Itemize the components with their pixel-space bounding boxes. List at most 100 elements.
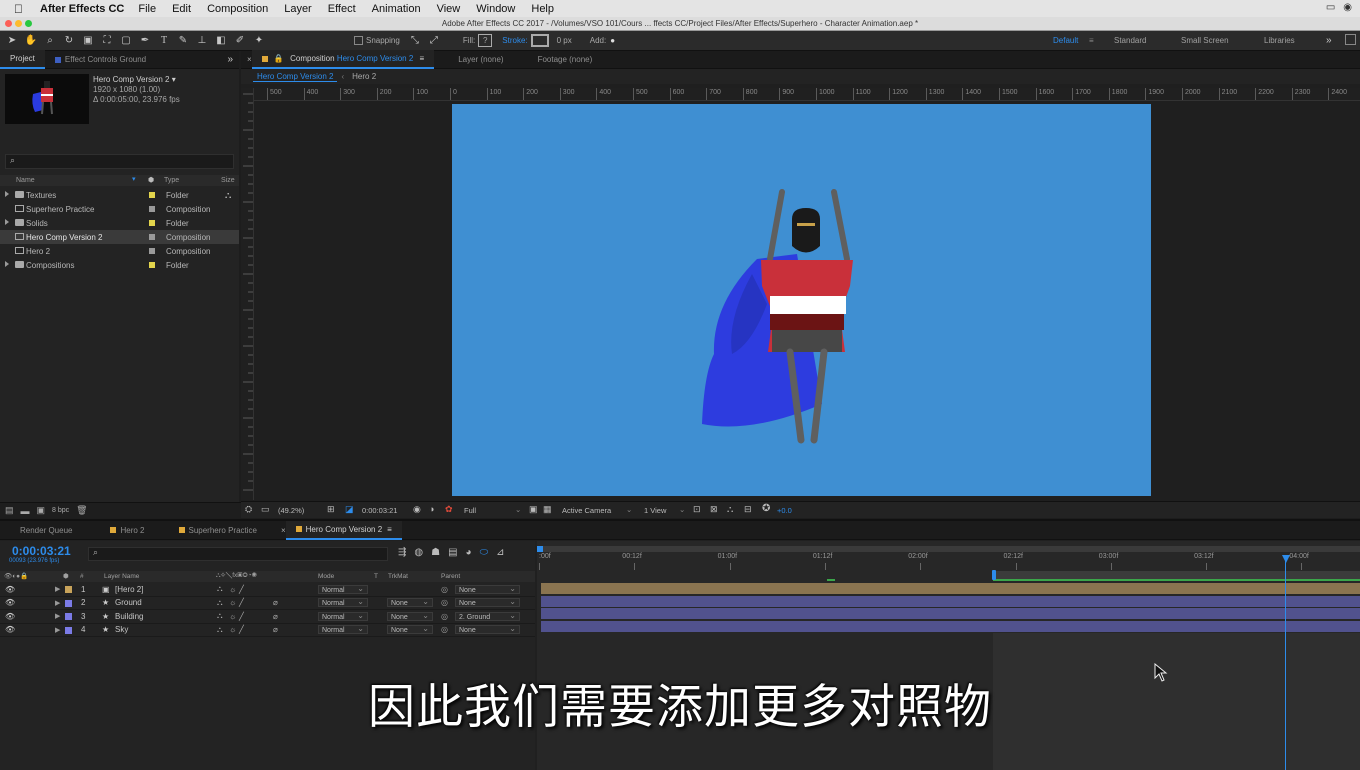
project-item-textures[interactable]: Textures Folder ⛬ xyxy=(0,188,239,202)
layer-name[interactable]: [Hero 2] xyxy=(115,585,143,594)
track-matte-dropdown[interactable]: None xyxy=(387,597,433,608)
time-ruler[interactable]: :00f 00:12f 01:00f 01:12f 02:00f 02:12f 03:00f… xyxy=(537,553,1360,571)
eraser-tool-icon[interactable]: ◧ xyxy=(214,35,228,47)
magnification-dropdown[interactable]: (49.2%) xyxy=(278,506,304,515)
parent-dropdown[interactable]: 2. Ground xyxy=(455,611,520,621)
quality-switch-icon[interactable]: ╱ xyxy=(239,625,244,634)
label-column-icon[interactable]: ⬢ xyxy=(63,572,69,580)
layer-search-input[interactable]: ⌕ xyxy=(88,547,388,561)
layer-row[interactable]: 👁 ▶ 2 ★ Ground ⛬ ☼╱ ⌀ Normal None ◎ None xyxy=(0,597,535,610)
shy-switch-icon[interactable]: ⛬ xyxy=(217,625,223,635)
snap-options-icon[interactable]: ⤡ xyxy=(408,35,422,47)
new-composition-icon[interactable]: ▣ xyxy=(37,505,46,516)
tab-render-queue[interactable]: Render Queue xyxy=(10,522,82,539)
tab-composition[interactable]: 🔒 Composition Hero Comp Version 2 ≡ xyxy=(251,50,435,69)
work-area-bar[interactable] xyxy=(537,546,1360,552)
rectangle-tool-icon[interactable]: ▢ xyxy=(119,35,133,47)
layer-bar-hero-2[interactable] xyxy=(541,583,1360,594)
parent-link-icon[interactable]: ⌀ xyxy=(273,612,278,621)
playhead-line[interactable] xyxy=(1285,561,1286,770)
layer-name[interactable]: Sky xyxy=(115,625,128,634)
column-number[interactable]: # xyxy=(80,573,84,580)
menu-window[interactable]: Window xyxy=(476,3,515,15)
project-item-compositions[interactable]: Compositions Folder xyxy=(0,258,239,272)
column-trkmat[interactable]: TrkMat xyxy=(388,573,408,580)
brush-tool-icon[interactable]: ✎ xyxy=(176,35,190,47)
twirl-arrow-icon[interactable]: ▶ xyxy=(55,612,60,620)
pan-behind-tool-icon[interactable]: ⛶ xyxy=(100,35,114,47)
show-snapshot-icon[interactable]: ◑ xyxy=(429,504,434,514)
horizontal-ruler[interactable]: 500 400 300 200 100 0 100 200 300 400 500 600 700 800… xyxy=(253,88,1360,101)
shy-switch-icon[interactable]: ⛬ xyxy=(217,584,223,594)
zoom-window-button[interactable] xyxy=(25,20,32,27)
comp-mini-flowchart-icon[interactable]: ⇶ xyxy=(398,547,406,558)
twirl-arrow-icon[interactable]: ▶ xyxy=(55,626,60,634)
view-layout-dropdown[interactable]: 1 View xyxy=(644,506,666,515)
minimize-window-button[interactable] xyxy=(15,20,22,27)
layer-label-swatch[interactable] xyxy=(65,586,72,593)
vertical-ruler[interactable] xyxy=(241,88,254,500)
workspace-overflow-icon[interactable]: » xyxy=(1326,35,1332,46)
collapse-switch-icon[interactable]: ☼ xyxy=(229,612,236,621)
pick-whip-icon[interactable]: ◎ xyxy=(441,612,448,621)
track-matte-dropdown[interactable]: None xyxy=(387,611,433,621)
blend-mode-dropdown[interactable]: Normal xyxy=(318,597,368,608)
blend-mode-dropdown[interactable]: Normal xyxy=(318,611,368,621)
work-area-start-handle[interactable] xyxy=(537,546,543,552)
twirl-arrow-icon[interactable]: ▶ xyxy=(55,599,60,607)
add-circle-icon[interactable]: ● xyxy=(610,36,615,45)
collapse-switch-icon[interactable]: ☼ xyxy=(229,625,236,634)
fast-previews-icon[interactable]: ⊠ xyxy=(710,504,718,515)
column-type[interactable]: Type xyxy=(164,177,179,184)
twirl-arrow-icon[interactable]: ▶ xyxy=(55,585,60,593)
tab-menu-icon[interactable]: ≡ xyxy=(387,525,392,534)
hand-tool-icon[interactable]: ✋ xyxy=(24,35,38,47)
frame-blending-icon[interactable]: ▤ xyxy=(448,547,457,558)
workspace-default[interactable]: Default xyxy=(1053,36,1078,45)
layer-name[interactable]: Building xyxy=(115,612,143,621)
tab-menu-icon[interactable]: ≡ xyxy=(420,54,425,63)
composition-canvas[interactable] xyxy=(452,104,1151,496)
stroke-swatch[interactable] xyxy=(530,34,549,47)
layer-row[interactable]: 👁 ▶ 3 ★ Building ⛬ ☼╱ ⌀ Normal None ◎ 2. Ground xyxy=(0,610,535,624)
quality-switch-icon[interactable]: ╱ xyxy=(239,585,244,594)
lock-icon[interactable]: 🔒 xyxy=(274,54,284,63)
layer-bar-building[interactable] xyxy=(541,608,1360,619)
layer-name[interactable]: Ground xyxy=(115,598,142,607)
menu-animation[interactable]: Animation xyxy=(372,3,421,15)
shy-switch-icon[interactable]: ⛬ xyxy=(217,611,223,621)
resolution-dropdown[interactable]: Full xyxy=(464,506,476,515)
puppet-tool-icon[interactable]: ✦ xyxy=(252,35,266,47)
column-name[interactable]: Name xyxy=(16,177,35,184)
column-layer-name[interactable]: Layer Name xyxy=(104,573,139,580)
layer-bar-sky[interactable] xyxy=(541,621,1360,632)
stroke-label[interactable]: Stroke: xyxy=(502,36,527,45)
menu-help[interactable]: Help xyxy=(531,3,554,15)
grid-guide-icon[interactable]: ⊞ xyxy=(327,504,335,515)
layer-switches-icons[interactable]: ⛬✧╲fx▣◎◔◉ xyxy=(216,572,257,580)
pick-whip-icon[interactable]: ◎ xyxy=(441,598,448,607)
toggle-pixel-aspect-icon[interactable]: ⊡ xyxy=(693,504,701,515)
tab-hero-2[interactable]: Hero 2 xyxy=(100,522,154,539)
app-menu[interactable]: After Effects CC xyxy=(40,3,124,15)
expand-arrow-icon[interactable] xyxy=(5,191,9,197)
roto-brush-tool-icon[interactable]: ✐ xyxy=(233,35,247,47)
pick-whip-icon[interactable]: ◎ xyxy=(441,585,448,594)
parent-dropdown[interactable]: None xyxy=(455,597,520,608)
menu-effect[interactable]: Effect xyxy=(328,3,356,15)
parent-dropdown[interactable]: None xyxy=(455,584,520,594)
quality-switch-icon[interactable]: ╱ xyxy=(239,612,244,621)
work-area-marker[interactable] xyxy=(992,570,996,580)
project-item-hero-comp-version-2[interactable]: Hero Comp Version 2 Composition xyxy=(0,230,239,244)
label-swatch[interactable] xyxy=(149,220,155,226)
fill-swatch[interactable]: ? xyxy=(478,34,493,47)
menu-composition[interactable]: Composition xyxy=(207,3,268,15)
timeline-icon[interactable]: ⛬ xyxy=(727,504,733,515)
nav-comp-current[interactable]: Hero Comp Version 2 xyxy=(253,72,338,82)
workspace-standard[interactable]: Standard xyxy=(1114,36,1146,45)
collapse-switch-icon[interactable]: ☼ xyxy=(229,598,236,607)
workspace-menu-icon[interactable]: ≡ xyxy=(1089,36,1094,45)
pen-tool-icon[interactable]: ✒ xyxy=(138,35,152,47)
pick-whip-icon[interactable]: ◎ xyxy=(441,625,448,634)
workspace-small-screen[interactable]: Small Screen xyxy=(1181,36,1229,45)
